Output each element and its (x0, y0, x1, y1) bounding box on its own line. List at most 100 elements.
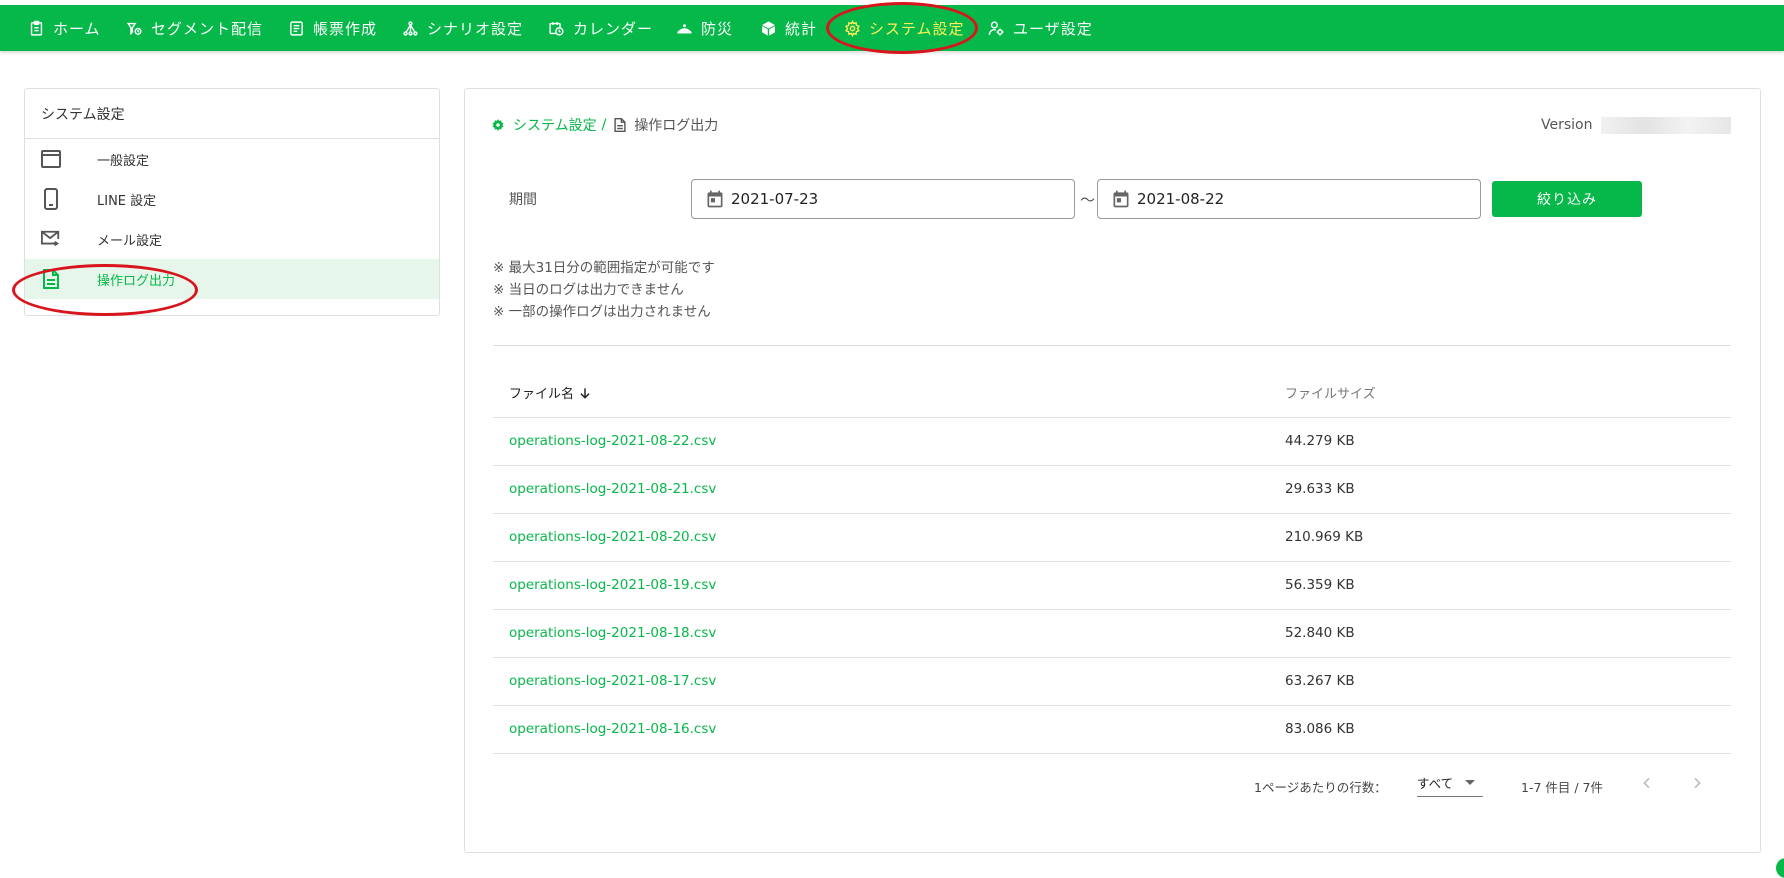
nav-item-scenario-settings[interactable]: シナリオ設定 (402, 5, 523, 51)
nav-label-segment-delivery: セグメント配信 (151, 19, 264, 38)
version-value-redacted (1601, 117, 1731, 134)
notes-block: ※ 最大31日分の範囲指定が可能です ※ 当日のログは出力できません ※ 一部の… (493, 257, 715, 323)
rows-per-page-label: 1ページあたりの行数： (1254, 780, 1387, 795)
sidebar-item-label: 操作ログ出力 (97, 273, 176, 289)
table-row: operations-log-2021-08-21.csv 29.633 KB (493, 465, 1731, 514)
document-icon (41, 269, 61, 289)
table-header-row: ファイル名 ファイルサイズ (493, 369, 1731, 418)
rows-per-page-value: すべて (1417, 776, 1454, 791)
column-header-label: ファイル名 (509, 387, 575, 403)
file-size-cell: 83.086 KB (1285, 705, 1731, 754)
nav-item-disaster-prevention[interactable]: 防災 (676, 5, 733, 51)
nav-label-disaster-prevention: 防災 (701, 19, 734, 38)
breadcrumb-separator: / (601, 117, 607, 133)
file-download-link[interactable]: operations-log-2021-08-16.csv (509, 721, 716, 737)
column-header-file-name[interactable]: ファイル名 (493, 369, 1285, 418)
breadcrumb-current: 操作ログ出力 (634, 118, 719, 134)
table-row: operations-log-2021-08-20.csv 210.969 KB (493, 513, 1731, 562)
rows-per-page-select[interactable]: すべて (1417, 769, 1483, 797)
note-line: ※ 一部の操作ログは出力されません (493, 304, 711, 320)
breadcrumb-parent-link[interactable]: システム設定 (513, 115, 597, 135)
version-label: Version (1541, 117, 1593, 133)
sidebar-item-line-settings[interactable]: LINE 設定 (25, 179, 439, 219)
main-panel: システム設定 / 操作ログ出力 Version 期間 2021-07-23 ～ … (464, 88, 1761, 853)
file-download-link[interactable]: operations-log-2021-08-22.csv (509, 433, 716, 449)
period-label: 期間 (509, 192, 537, 208)
calendar-icon (707, 190, 723, 208)
chevron-left-icon (1643, 777, 1650, 789)
start-date-value: 2021-07-23 (731, 190, 819, 208)
table-row: operations-log-2021-08-17.csv 63.267 KB (493, 657, 1731, 706)
sidebar-panel: システム設定 一般設定 LINE 設定 メール設定 操作ログ出力 (24, 88, 440, 316)
mail-send-icon (41, 229, 61, 249)
file-size-cell: 44.279 KB (1285, 417, 1731, 466)
note-line: ※ 最大31日分の範囲指定が可能です (493, 260, 715, 276)
table-row: operations-log-2021-08-18.csv 52.840 KB (493, 609, 1731, 658)
nav-item-statistics[interactable]: 統計 (760, 5, 817, 51)
nav-label-statistics: 統計 (785, 19, 818, 38)
gear-icon (492, 119, 504, 131)
file-size-cell: 63.267 KB (1285, 657, 1731, 706)
nav-item-user-settings[interactable]: ユーザ設定 (988, 5, 1093, 51)
sidebar-item-label: LINE 設定 (97, 193, 157, 209)
clipboard-icon (30, 20, 43, 36)
sidebar-title: システム設定 (25, 89, 439, 139)
document-icon (614, 118, 626, 132)
sidebar-item-label: メール設定 (97, 233, 163, 249)
file-size-cell: 52.840 KB (1285, 609, 1731, 658)
previous-page-button[interactable] (1635, 771, 1659, 795)
sidebar-item-label: 一般設定 (97, 153, 150, 169)
table-row: operations-log-2021-08-19.csv 56.359 KB (493, 561, 1731, 610)
column-header-file-size[interactable]: ファイルサイズ (1285, 369, 1731, 418)
section-divider (493, 345, 1731, 346)
phone-icon (41, 188, 61, 210)
nav-item-segment-delivery[interactable]: セグメント配信 (126, 5, 263, 51)
nav-label-home: ホーム (53, 19, 101, 38)
chevron-right-icon (1694, 777, 1701, 789)
top-navigation-bar: ホーム セグメント配信 帳票作成 シナリオ設定 カレンダー 防災 統計 システム… (0, 5, 1784, 51)
table-row: operations-log-2021-08-22.csv 44.279 KB (493, 417, 1731, 466)
file-download-link[interactable]: operations-log-2021-08-19.csv (509, 577, 716, 593)
nav-label-calendar: カレンダー (573, 19, 654, 38)
nav-item-form-creation[interactable]: 帳票作成 (288, 5, 377, 51)
filter-button[interactable]: 絞り込み (1492, 181, 1642, 217)
file-download-link[interactable]: operations-log-2021-08-17.csv (509, 673, 716, 689)
file-download-link[interactable]: operations-log-2021-08-18.csv (509, 625, 716, 641)
sidebar-item-operation-log-export[interactable]: 操作ログ出力 (25, 259, 439, 299)
sidebar-item-general-settings[interactable]: 一般設定 (25, 139, 439, 179)
nav-item-calendar[interactable]: カレンダー (548, 5, 653, 51)
gear-icon (845, 19, 860, 37)
pagination-range: 1-7 件目 / 7件 (1521, 780, 1604, 795)
disaster-icon (677, 23, 692, 33)
window-icon (41, 149, 61, 169)
date-range-separator: ～ (1080, 191, 1096, 209)
user-gear-icon (988, 20, 1004, 36)
arrow-down-icon (580, 388, 590, 399)
segment-delivery-icon (126, 22, 142, 35)
sidebar-item-mail-settings[interactable]: メール設定 (25, 219, 439, 259)
next-page-button[interactable] (1685, 771, 1709, 795)
nav-label-form-creation: 帳票作成 (313, 19, 378, 38)
file-size-cell: 56.359 KB (1285, 561, 1731, 610)
file-size-cell: 29.633 KB (1285, 465, 1731, 514)
table-row: operations-log-2021-08-16.csv 83.086 KB (493, 705, 1731, 754)
end-date-value: 2021-08-22 (1137, 190, 1225, 208)
nav-label-scenario-settings: シナリオ設定 (427, 19, 524, 38)
breadcrumb: システム設定 / 操作ログ出力 (491, 115, 718, 135)
file-download-link[interactable]: operations-log-2021-08-21.csv (509, 481, 716, 497)
caret-down-icon (1465, 780, 1475, 785)
nav-label-system-settings: システム設定 (869, 19, 965, 38)
nav-label-user-settings: ユーザ設定 (1013, 19, 1093, 38)
file-size-cell: 210.969 KB (1285, 513, 1731, 562)
cube-icon (762, 20, 775, 36)
nav-item-system-settings[interactable]: システム設定 (844, 5, 965, 51)
log-files-table: ファイル名 ファイルサイズ operations-log-2021-08-22.… (493, 369, 1731, 754)
file-download-link[interactable]: operations-log-2021-08-20.csv (509, 529, 716, 545)
form-icon (290, 20, 303, 36)
start-date-field[interactable]: 2021-07-23 (691, 179, 1075, 219)
scenario-icon (403, 20, 418, 36)
note-line: ※ 当日のログは出力できません (493, 282, 684, 298)
end-date-field[interactable]: 2021-08-22 (1097, 179, 1481, 219)
calendar-icon (1113, 190, 1129, 208)
nav-item-home[interactable]: ホーム (28, 5, 101, 51)
